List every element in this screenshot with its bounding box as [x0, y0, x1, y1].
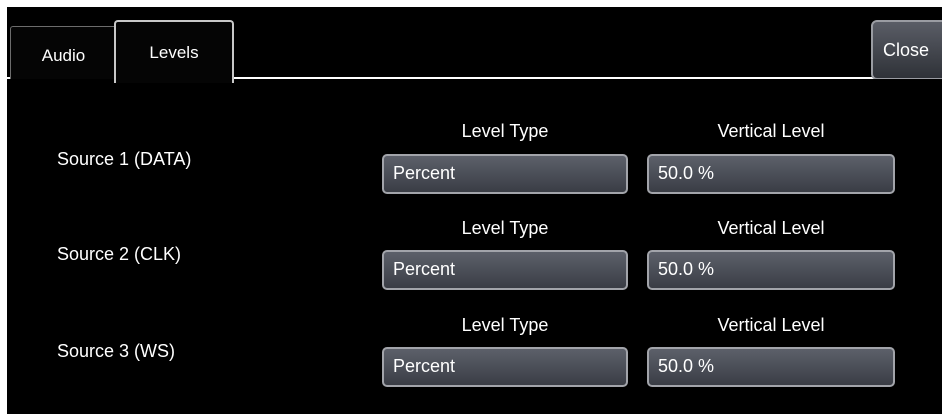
close-button[interactable]: Close — [871, 20, 942, 80]
source-1-label: Source 1 (DATA) — [57, 149, 192, 169]
source-3-label: Source 3 (WS) — [57, 341, 176, 361]
source-2-label: Source 2 (CLK) — [57, 244, 182, 264]
source-2-vertical-level-field[interactable]: 50.0 % — [647, 250, 895, 290]
source-1-vertical-level-field[interactable]: 50.0 % — [647, 154, 895, 194]
level-type-header: Level Type — [461, 315, 549, 335]
vertical-level-header: Vertical Level — [717, 315, 825, 335]
source-1-level-type-select[interactable]: Percent — [382, 154, 628, 194]
level-type-header: Level Type — [461, 121, 549, 141]
tab-levels[interactable]: Levels — [114, 20, 234, 83]
level-type-header: Level Type — [461, 218, 549, 238]
levels-panel: Source 1 (DATA) Level Type Vertical Leve… — [7, 79, 942, 414]
source-2-level-type-select[interactable]: Percent — [382, 250, 628, 290]
vertical-level-header: Vertical Level — [717, 218, 825, 238]
tab-audio[interactable]: Audio — [10, 26, 117, 84]
vertical-level-header: Vertical Level — [717, 121, 825, 141]
source-3-level-type-select[interactable]: Percent — [382, 347, 628, 387]
source-3-vertical-level-field[interactable]: 50.0 % — [647, 347, 895, 387]
levels-dialog: Audio Levels Close Source 1 (DATA) Level… — [0, 0, 942, 414]
tab-bar: Audio Levels Close — [7, 7, 942, 84]
